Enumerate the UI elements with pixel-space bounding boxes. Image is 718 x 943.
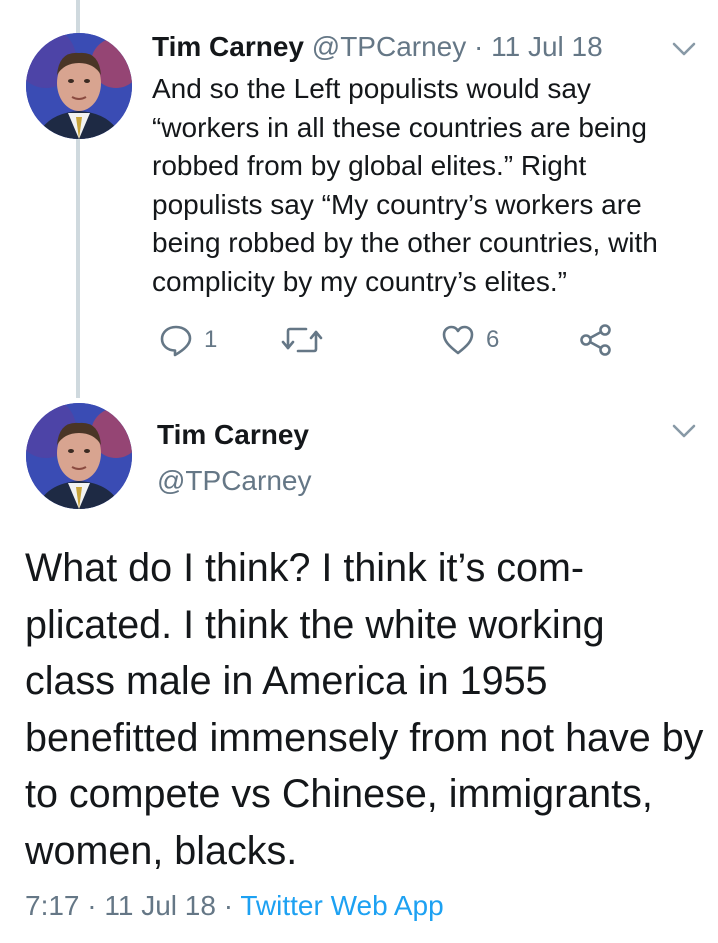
separator-dot: ·	[223, 890, 234, 921]
share-icon	[580, 324, 611, 356]
main-tweet-text: What do I think? I think it’s com-plicat…	[25, 546, 704, 873]
chevron-down-icon[interactable]	[672, 424, 696, 438]
author-handle[interactable]: @TPCarney	[157, 464, 311, 498]
author-name[interactable]: Tim Carney	[152, 31, 304, 62]
reply-tweet-text: And so the Left populists would say “wor…	[152, 73, 658, 297]
retweet-button[interactable]	[280, 322, 324, 358]
avatar-photo-icon	[26, 33, 132, 139]
retweet-icon	[281, 327, 323, 353]
tweet-date[interactable]: 11 Jul 18	[491, 31, 603, 62]
reply-tweet-header: Tim Carney @TPCarney · 11 Jul 18	[152, 30, 603, 64]
tweet-time[interactable]: 7:17	[25, 890, 80, 921]
like-button[interactable]: 6	[440, 322, 499, 358]
chevron-down-icon[interactable]	[672, 42, 696, 56]
separator-dot: ·	[474, 31, 484, 62]
tweet-date[interactable]: 11 Jul 18	[104, 890, 216, 921]
avatar-photo-icon	[26, 403, 132, 509]
reply-bubble-icon	[160, 325, 192, 357]
reply-count: 1	[204, 326, 218, 353]
author-name[interactable]: Tim Carney	[157, 418, 309, 452]
tweet-source-link[interactable]: Twitter Web App	[240, 890, 443, 921]
author-handle[interactable]: @TPCarney	[312, 31, 466, 62]
tweet-meta: 7:17 · 11 Jul 18 · Twitter Web App	[25, 889, 444, 923]
avatar[interactable]	[26, 33, 132, 139]
heart-icon	[442, 325, 474, 355]
reply-button[interactable]: 1	[158, 322, 217, 358]
separator-dot: ·	[87, 890, 97, 921]
like-count: 6	[486, 326, 500, 353]
avatar[interactable]	[26, 403, 132, 509]
share-button[interactable]	[578, 322, 614, 358]
